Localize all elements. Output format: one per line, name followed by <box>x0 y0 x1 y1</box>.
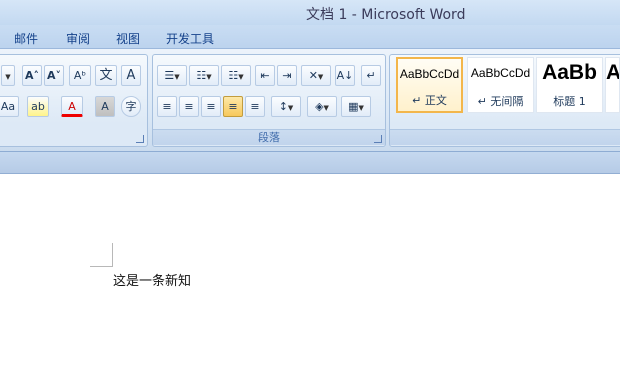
margin-corner-mark <box>112 243 113 267</box>
decrease-indent-button[interactable]: ⇤ <box>255 65 275 86</box>
font-dialog-launcher-icon[interactable] <box>136 135 144 143</box>
numbering-button[interactable]: ☷▼ <box>189 65 219 86</box>
document-page[interactable]: 这是一条新知 <box>0 174 620 379</box>
title-bar: 文档 1 - Microsoft Word <box>0 0 620 25</box>
bullets-icon: ☰ <box>164 69 175 82</box>
multilevel-list-icon: ☷ <box>228 69 239 82</box>
change-case-button[interactable]: Aa <box>0 96 19 117</box>
tab-developer[interactable]: 开发工具 <box>166 30 214 47</box>
paragraph-dialog-launcher-icon[interactable] <box>374 135 382 143</box>
window-title: 文档 1 - Microsoft Word <box>306 7 466 23</box>
document-text[interactable]: 这是一条新知 <box>113 270 191 289</box>
paragraph-group: ☰▼ ☷▼ ☷▼ ⇤ ⇥ ✕▼ A↓ ↵ ≡ ≡ ≡ ≡ ≡ ↕▼ ◈▼ ▦▼ … <box>152 54 386 147</box>
grow-font-button[interactable]: A˄ <box>22 65 42 86</box>
font-size-dropdown[interactable]: ▼ <box>1 65 15 86</box>
clear-format-button[interactable]: Aᵇ <box>69 65 91 86</box>
tab-review[interactable]: 审阅 <box>66 30 90 47</box>
paint-bucket-icon: ◈ <box>315 100 324 113</box>
paragraph-group-label: 段落 <box>153 129 385 145</box>
bullets-button[interactable]: ☰▼ <box>157 65 187 86</box>
style-sample: AaBbCcDd <box>399 67 460 81</box>
shading-button[interactable]: ◈▼ <box>307 96 337 117</box>
justify-button[interactable]: ≡ <box>223 96 243 117</box>
styles-gallery: AaBbCcDd ↵ 正文 AaBbCcDd ↵ 无间隔 AaBb 标题 1 A <box>394 57 620 115</box>
align-left-button[interactable]: ≡ <box>157 96 177 117</box>
line-spacing-icon: ↕ <box>278 100 288 113</box>
style-no-spacing[interactable]: AaBbCcDd ↵ 无间隔 <box>467 57 534 113</box>
tab-view[interactable]: 视图 <box>116 30 140 47</box>
style-sample: AaBb <box>542 61 597 84</box>
style-sample: A <box>606 61 619 84</box>
style-heading-2[interactable]: A <box>605 57 620 113</box>
multilevel-list-button[interactable]: ☷▼ <box>221 65 251 86</box>
increase-indent-button[interactable]: ⇥ <box>277 65 297 86</box>
styles-group-label <box>390 129 620 145</box>
margin-corner-mark <box>90 266 113 267</box>
sort-button[interactable]: A↓ <box>335 65 355 86</box>
style-name: 标题 1 <box>553 95 586 108</box>
style-sample: AaBbCcDd <box>470 66 531 80</box>
align-right-button[interactable]: ≡ <box>201 96 221 117</box>
highlight-button[interactable]: ab <box>27 96 49 117</box>
ruler-bar <box>0 152 620 174</box>
character-border-button[interactable]: A <box>121 65 141 86</box>
chinese-layout-icon: ✕ <box>308 69 318 82</box>
borders-icon: ▦ <box>348 100 359 113</box>
line-spacing-button[interactable]: ↕▼ <box>271 96 301 117</box>
tab-mailings[interactable]: 邮件 <box>14 30 38 47</box>
style-heading-1[interactable]: AaBb 标题 1 <box>536 57 603 113</box>
font-color-button[interactable]: A <box>61 96 83 117</box>
distributed-button[interactable]: ≡ <box>245 96 265 117</box>
character-shading-button[interactable]: A <box>95 96 115 117</box>
phonetic-guide-button[interactable]: 文 <box>95 65 117 86</box>
borders-button[interactable]: ▦▼ <box>341 96 371 117</box>
style-normal[interactable]: AaBbCcDd ↵ 正文 <box>396 57 463 113</box>
numbering-icon: ☷ <box>196 69 207 82</box>
ribbon-tabs: 邮件 审阅 视图 开发工具 <box>0 25 620 48</box>
ribbon: ▼ A˄ A˅ Aᵇ 文 A Aa ab A A 字 ☰▼ ☷▼ ☷▼ ⇤ ⇥ … <box>0 48 620 152</box>
center-button[interactable]: ≡ <box>179 96 199 117</box>
chinese-layout-button[interactable]: ✕▼ <box>301 65 331 86</box>
shrink-font-button[interactable]: A˅ <box>44 65 64 86</box>
font-group: ▼ A˄ A˅ Aᵇ 文 A Aa ab A A 字 <box>0 54 148 147</box>
show-marks-button[interactable]: ↵ <box>361 65 381 86</box>
enclose-characters-button[interactable]: 字 <box>121 96 141 117</box>
style-name: ↵ 正文 <box>412 94 447 107</box>
style-name: ↵ 无间隔 <box>477 95 524 108</box>
